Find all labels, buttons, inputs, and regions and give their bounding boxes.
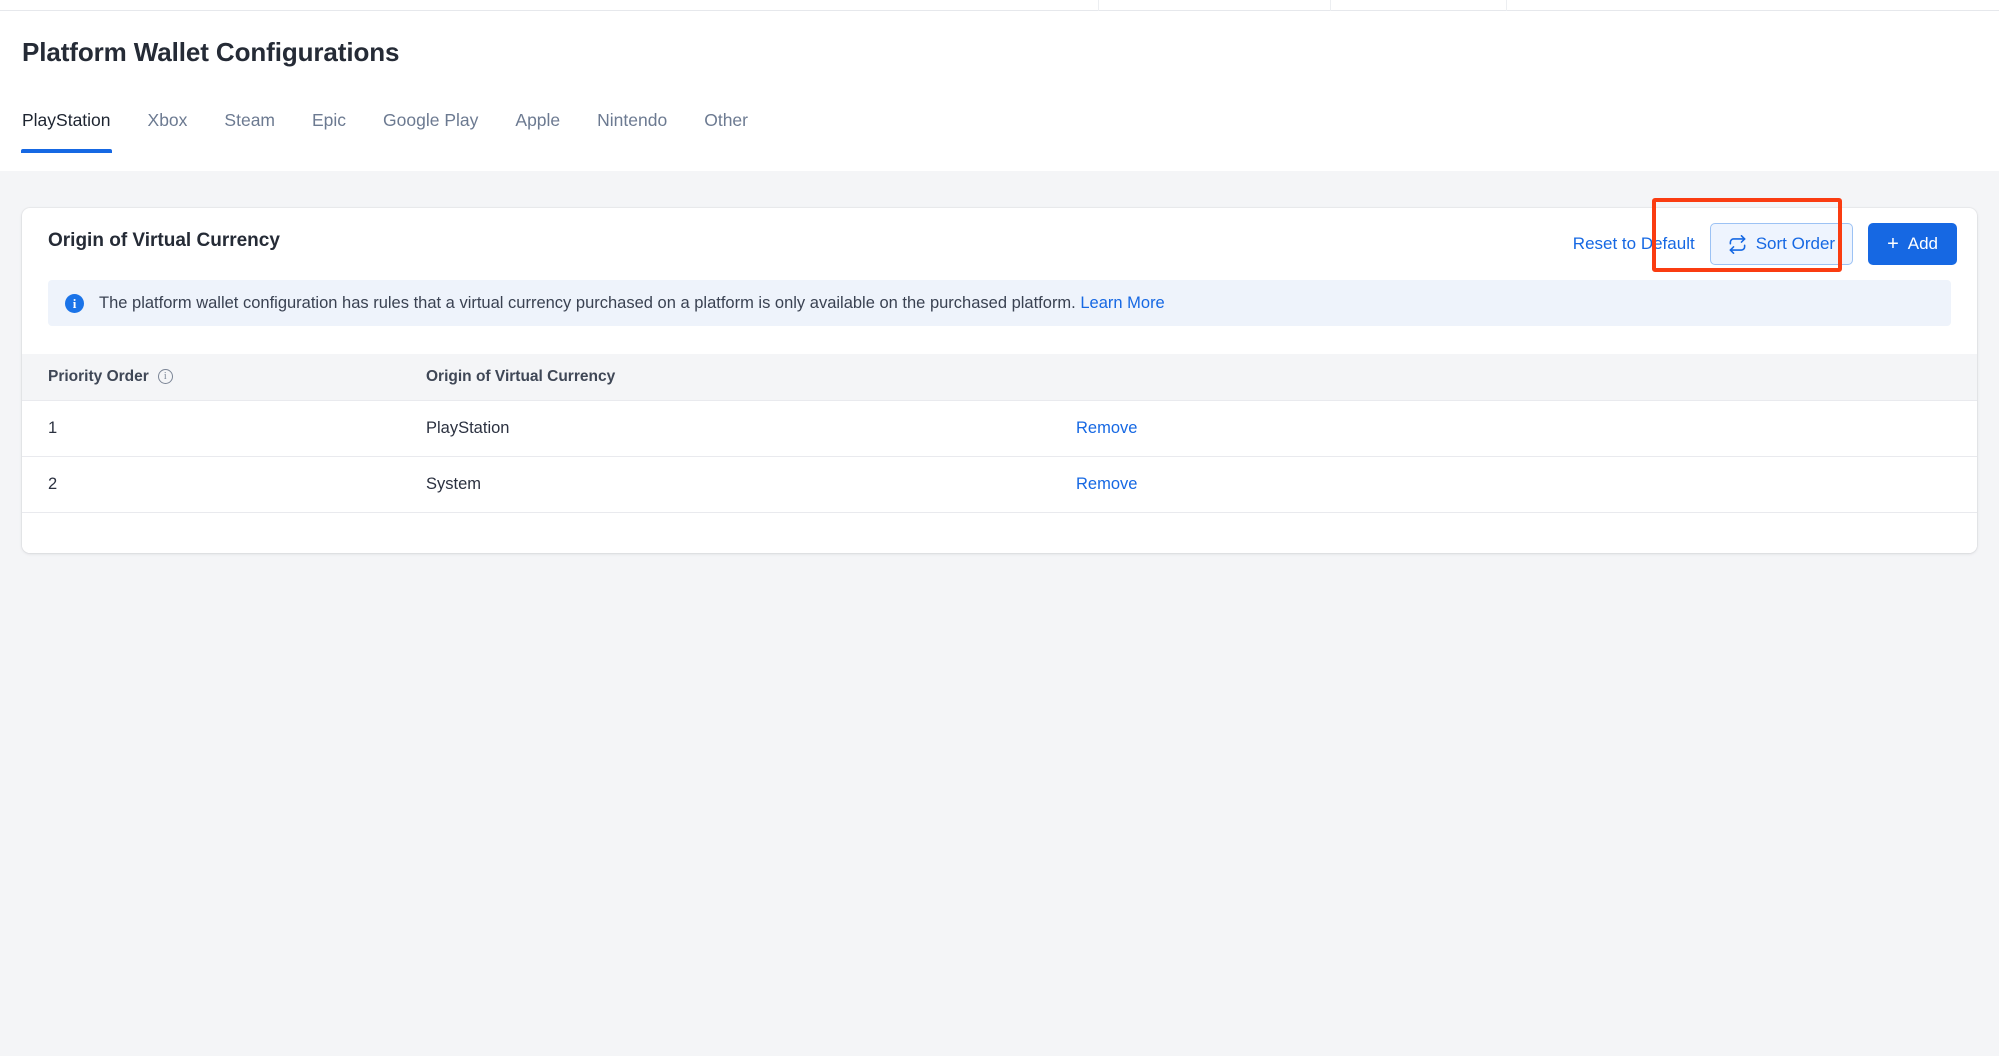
top-bar-divider <box>1098 0 1099 11</box>
table-head: Priority Order i Origin of Virtual Curre… <box>22 354 1977 400</box>
reset-to-default-button[interactable]: Reset to Default <box>1573 234 1695 254</box>
add-button-label: Add <box>1907 234 1938 253</box>
card-header: Origin of Virtual Currency Reset to Defa… <box>22 208 1977 280</box>
table-body: 1 PlayStation Remove 2 System Remove <box>22 399 1977 513</box>
card-actions: Reset to Default Sort Order + Add <box>1573 208 1957 280</box>
column-header-actions <box>1076 354 1977 400</box>
info-circle-icon: i <box>65 293 84 313</box>
tab-playstation[interactable]: PlayStation <box>21 110 112 153</box>
tab-xbox[interactable]: Xbox <box>148 110 188 153</box>
column-header-priority-order: Priority Order i <box>22 354 426 400</box>
top-bar-divider <box>1506 0 1507 11</box>
tab-nintendo[interactable]: Nintendo <box>597 110 667 153</box>
column-header-priority-order-label: Priority Order <box>48 367 149 385</box>
add-button[interactable]: + Add <box>1868 223 1957 265</box>
tab-google-play[interactable]: Google Play <box>383 110 478 153</box>
platform-tabs: PlayStation Xbox Steam Epic Google Play … <box>21 110 748 172</box>
origin-of-virtual-currency-card: Origin of Virtual Currency Reset to Defa… <box>22 208 1977 553</box>
top-app-bar <box>0 0 1999 11</box>
table-header-row: Priority Order i Origin of Virtual Curre… <box>22 354 1977 400</box>
table-row: 2 System Remove <box>22 456 1977 513</box>
card-title: Origin of Virtual Currency <box>48 230 280 251</box>
plus-icon: + <box>1887 233 1899 255</box>
tab-other[interactable]: Other <box>704 110 748 153</box>
tab-epic[interactable]: Epic <box>312 110 346 153</box>
sort-order-button-label: Sort Order <box>1755 234 1836 253</box>
tab-apple[interactable]: Apple <box>515 110 560 153</box>
info-banner-message: The platform wallet configuration has ru… <box>99 293 1076 312</box>
info-banner: i The platform wallet configuration has … <box>48 280 1951 326</box>
page-title: Platform Wallet Configurations <box>22 37 400 67</box>
card-footer <box>22 512 1977 553</box>
remove-button[interactable]: Remove <box>1076 419 1137 438</box>
remove-button[interactable]: Remove <box>1076 475 1137 494</box>
priority-order-table: Priority Order i Origin of Virtual Curre… <box>22 354 1977 513</box>
cell-action: Remove <box>1076 399 1977 457</box>
top-bar-divider <box>1330 0 1331 11</box>
cell-origin: PlayStation <box>426 399 1076 457</box>
swap-arrows-icon <box>1728 234 1747 254</box>
cell-origin: System <box>426 456 1076 513</box>
learn-more-link[interactable]: Learn More <box>1080 294 1164 312</box>
table-row: 1 PlayStation Remove <box>22 399 1977 457</box>
info-banner-text: The platform wallet configuration has ru… <box>99 294 1165 313</box>
column-header-origin: Origin of Virtual Currency <box>426 354 1076 400</box>
sort-order-button[interactable]: Sort Order <box>1709 223 1854 265</box>
tab-steam[interactable]: Steam <box>224 110 275 153</box>
cell-priority: 1 <box>22 399 426 457</box>
cell-priority: 2 <box>22 456 426 513</box>
help-circle-icon[interactable]: i <box>157 369 173 385</box>
cell-action: Remove <box>1076 456 1977 513</box>
